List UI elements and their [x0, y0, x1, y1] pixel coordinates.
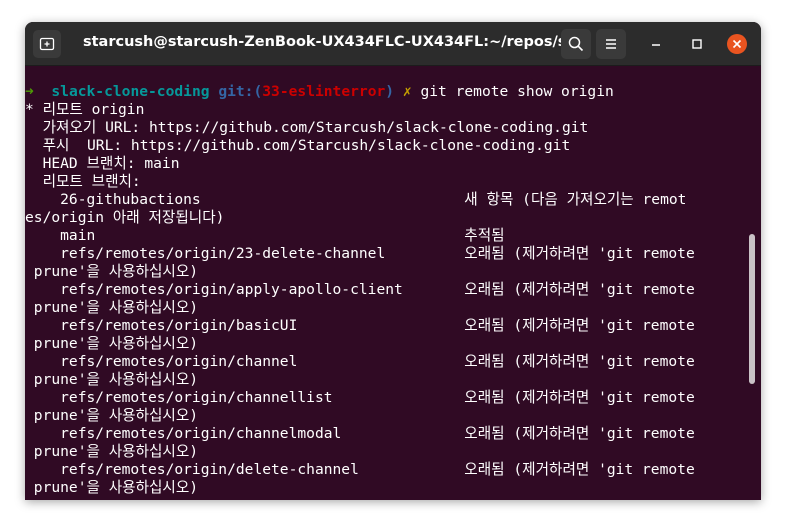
new-tab-button[interactable] — [33, 30, 61, 58]
prompt-line: ➜ slack-clone-coding git:(33-eslinterror… — [25, 83, 747, 101]
minimize-icon — [652, 44, 660, 46]
prompt-directory: slack-clone-coding — [51, 83, 210, 100]
output-line: prune'을 사용하십시오) — [25, 479, 199, 496]
output-line: 26-githubactions 새 항목 (다음 가져오기는 remot — [25, 191, 687, 208]
remote-branches-line: 리모트 브랜치: — [25, 173, 141, 190]
prompt-dirty-mark: ✗ — [402, 83, 412, 100]
remote-header-line: * 리모트 origin — [25, 101, 145, 118]
output-line: es/origin 아래 저장됩니다) — [25, 209, 225, 226]
prompt-arrow: ➜ — [25, 83, 34, 100]
push-url-line: 푸시 URL: https://github.com/Starcush/slac… — [25, 137, 571, 154]
new-tab-icon — [39, 37, 55, 51]
close-button[interactable] — [727, 34, 747, 54]
window-title: starcush@starcush-ZenBook-UX434FLC-UX434… — [83, 34, 563, 50]
terminal-scrollbar[interactable] — [749, 234, 755, 384]
prompt-command: git remote show origin — [420, 83, 614, 100]
title-bar: starcush@starcush-ZenBook-UX434FLC-UX434… — [25, 22, 761, 66]
output-line: prune'을 사용하십시오) — [25, 371, 199, 388]
maximize-icon — [692, 39, 702, 49]
search-icon — [568, 36, 584, 52]
maximize-button[interactable] — [687, 34, 707, 54]
prompt-git-label: git:( — [218, 83, 263, 100]
output-line: refs/remotes/origin/delete-channel 오래됨 (… — [25, 461, 695, 478]
prompt-branch: 33-eslinterror — [262, 83, 386, 100]
search-button[interactable] — [561, 29, 591, 59]
output-line: refs/remotes/origin/apply-apollo-client … — [25, 281, 695, 298]
output-line: refs/remotes/origin/channelmodal 오래됨 (제거… — [25, 425, 695, 442]
output-line: refs/remotes/origin/channel 오래됨 (제거하려면 '… — [25, 353, 695, 370]
fetch-url-line: 가져오기 URL: https://github.com/Starcush/sl… — [25, 119, 589, 136]
terminal-output[interactable]: ➜ slack-clone-coding git:(33-eslinterror… — [25, 66, 747, 500]
output-line: prune'을 사용하십시오) — [25, 263, 199, 280]
prompt-git-close: ) — [385, 83, 395, 100]
terminal-window: starcush@starcush-ZenBook-UX434FLC-UX434… — [25, 22, 761, 500]
output-line: prune'을 사용하십시오) — [25, 443, 199, 460]
head-branch-line: HEAD 브랜치: main — [25, 155, 180, 172]
output-line: main 추적됨 — [25, 227, 505, 244]
hamburger-menu-icon — [606, 39, 616, 49]
output-line: refs/remotes/origin/23-delete-channel 오래… — [25, 245, 695, 262]
menu-button[interactable] — [596, 29, 626, 59]
output-line: prune'을 사용하십시오) — [25, 335, 199, 352]
output-line: refs/remotes/origin/channellist 오래됨 (제거하… — [25, 389, 695, 406]
close-icon — [732, 39, 742, 49]
output-line: prune'을 사용하십시오) — [25, 299, 199, 316]
minimize-button[interactable] — [646, 34, 666, 54]
output-line: prune'을 사용하십시오) — [25, 407, 199, 424]
output-line: refs/remotes/origin/basicUI 오래됨 (제거하려면 '… — [25, 317, 695, 334]
